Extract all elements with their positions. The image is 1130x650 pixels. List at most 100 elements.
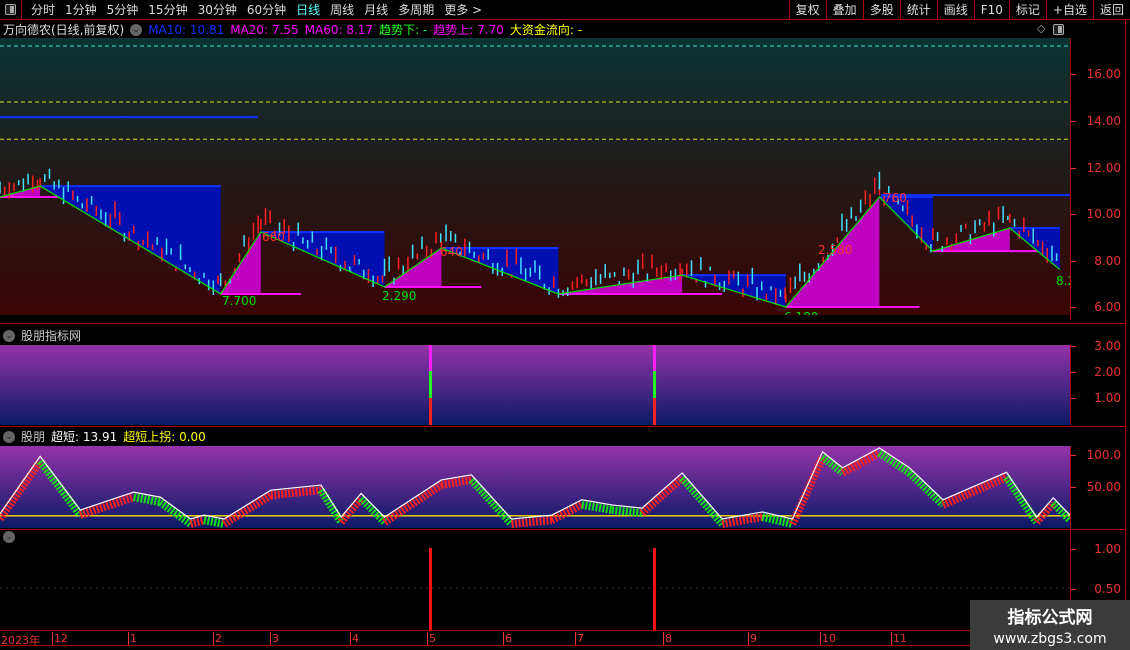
- indicator-panel-2[interactable]: [0, 345, 1070, 425]
- price-label: 8.2: [1056, 274, 1070, 288]
- axis-tick: [1071, 121, 1076, 122]
- axis-tick: [1071, 307, 1076, 308]
- price-axis: 16.00 14.00 12.00 10.00 8.00 6.00: [1070, 38, 1125, 320]
- signal-panel[interactable]: [0, 545, 1070, 630]
- ma10-value: MA10: 10.81: [148, 22, 225, 37]
- tab-period-5[interactable]: 60分钟: [242, 1, 291, 18]
- axis-label: 14.00: [1086, 114, 1121, 128]
- toolbar: 分时 1分钟 5分钟 15分钟 30分钟 60分钟 日线 周线 月线 多周期 更多 > 复权 叠加 多股…: [0, 0, 1130, 20]
- toolbar-button-7[interactable]: +自选: [1045, 0, 1093, 20]
- toolbar-button-1[interactable]: 叠加: [825, 0, 863, 20]
- date-label: 7: [575, 632, 584, 645]
- price-label: 7.700: [222, 294, 256, 308]
- layout-toggle-button[interactable]: [0, 0, 22, 20]
- tab-period-10[interactable]: 更多 >: [439, 1, 487, 18]
- chevron-down-icon[interactable]: ⌄: [3, 430, 15, 443]
- main-legend: 万向德农(日线,前复权) ⌄ MA10: 10.81 MA20: 7.55 MA…: [3, 21, 582, 38]
- axis-tick: [1071, 74, 1076, 75]
- toolbar-button-5[interactable]: F10: [973, 0, 1009, 20]
- panel-background: [0, 345, 1070, 425]
- tab-period-0[interactable]: 分时: [26, 1, 60, 18]
- signal-bar-bottom: [429, 398, 432, 425]
- date-label: 2023年: [1, 634, 40, 647]
- axis-tick: [1071, 346, 1076, 347]
- date-label: 3: [270, 632, 279, 645]
- panel-icon: [5, 4, 16, 15]
- trend-down-value: 趋势下: -: [379, 23, 428, 37]
- oscillator-band: [581, 500, 613, 514]
- side-panel[interactable]: [1125, 20, 1130, 650]
- panel4-header: ⌄: [3, 531, 15, 543]
- diamond-icon[interactable]: ◇: [1037, 22, 1045, 35]
- date-label: 4: [350, 632, 359, 645]
- axis-label: 16.00: [1086, 67, 1121, 81]
- tab-period-1[interactable]: 1分钟: [60, 1, 102, 18]
- watermark: 指标公式网 www.zbgs3.com: [970, 600, 1130, 650]
- axis-label: 2.00: [1094, 365, 1121, 379]
- date-label: 12: [52, 632, 68, 645]
- price-label: 640: [440, 245, 463, 259]
- oscillator-panel[interactable]: [0, 446, 1070, 528]
- panel-icon[interactable]: [1053, 24, 1064, 35]
- axis-label: 8.00: [1094, 254, 1121, 268]
- axis-label: 6.00: [1094, 300, 1121, 314]
- divider: [0, 323, 1125, 324]
- panel2-title: 股朋指标网: [21, 329, 82, 343]
- watermark-url: www.zbgs3.com: [993, 631, 1107, 647]
- ultra-short-turn-value: 超短上拐: 0.00: [123, 430, 206, 444]
- toolbar-button-2[interactable]: 多股: [862, 0, 900, 20]
- date-label: 8: [663, 632, 672, 645]
- tab-period-4[interactable]: 30分钟: [193, 1, 242, 18]
- axis-label: 0.50: [1094, 582, 1121, 596]
- date-label: 1: [128, 632, 137, 645]
- tab-period-8[interactable]: 月线: [359, 1, 393, 18]
- axis-label: 12.00: [1086, 161, 1121, 175]
- tab-period-9[interactable]: 多周期: [393, 1, 439, 18]
- divider: [0, 426, 1125, 427]
- chevron-down-icon[interactable]: ⌄: [130, 23, 143, 36]
- panel3-header: ⌄ 股朋 超短: 13.91 超短上拐: 0.00: [3, 428, 206, 445]
- price-label: 2.290: [382, 289, 416, 303]
- axis-tick: [1071, 372, 1076, 373]
- date-label: 11: [891, 632, 907, 645]
- tab-period-6[interactable]: 日线: [291, 1, 325, 18]
- oscillator-band: [440, 475, 473, 489]
- toolbar-button-3[interactable]: 统计: [899, 0, 937, 20]
- axis-label: 1.00: [1094, 542, 1121, 556]
- price-label: 660: [262, 230, 285, 244]
- signal-spike: [653, 548, 657, 630]
- panel3-title: 股朋: [21, 430, 46, 444]
- axis-tick: [1071, 549, 1076, 550]
- toolbar-button-0[interactable]: 复权: [788, 0, 826, 20]
- price-chart[interactable]: 7.700 2.290 660 640 2.580 760 6.180 8.2: [0, 38, 1070, 315]
- signal-bar-top: [653, 345, 657, 371]
- price-label: 760: [884, 191, 907, 205]
- chevron-down-icon[interactable]: ⌄: [3, 329, 15, 342]
- tab-period-2[interactable]: 5分钟: [102, 1, 144, 18]
- signal-bar-mid: [653, 371, 657, 398]
- stock-name: 万向德农(日线,前复权): [3, 23, 125, 37]
- axis-tick: [1071, 487, 1076, 488]
- date-label: 9: [748, 632, 757, 645]
- axis-label: 50.00: [1086, 480, 1121, 494]
- period-tabs: 分时 1分钟 5分钟 15分钟 30分钟 60分钟 日线 周线 月线 多周期 更多 >: [26, 1, 487, 18]
- date-label: 2: [213, 632, 222, 645]
- capital-flow-value: 大资金流向: -: [509, 23, 583, 37]
- axis-tick: [1071, 214, 1076, 215]
- date-label: 6: [503, 632, 512, 645]
- panel3-axis: 100.0 50.00: [1070, 446, 1125, 528]
- toolbar-button-6[interactable]: 标记: [1008, 0, 1046, 20]
- signal-bar-bottom: [653, 398, 657, 425]
- tab-period-7[interactable]: 周线: [325, 1, 359, 18]
- toolbar-button-4[interactable]: 画线: [936, 0, 974, 20]
- toolbar-button-8[interactable]: 返回: [1092, 0, 1130, 20]
- divider: [0, 529, 1125, 530]
- axis-label: 3.00: [1094, 339, 1121, 353]
- ma60-value: MA60: 8.17: [304, 22, 374, 37]
- chevron-down-icon[interactable]: ⌄: [3, 531, 15, 543]
- date-axis: 2023年 12 1 2 3 4 5 6 7 8 9 10 11: [0, 630, 1070, 647]
- watermark-title: 指标公式网: [1007, 608, 1093, 628]
- ma20-value: MA20: 7.55: [230, 22, 299, 37]
- tab-period-3[interactable]: 15分钟: [143, 1, 192, 18]
- oscillator-band: [611, 505, 643, 518]
